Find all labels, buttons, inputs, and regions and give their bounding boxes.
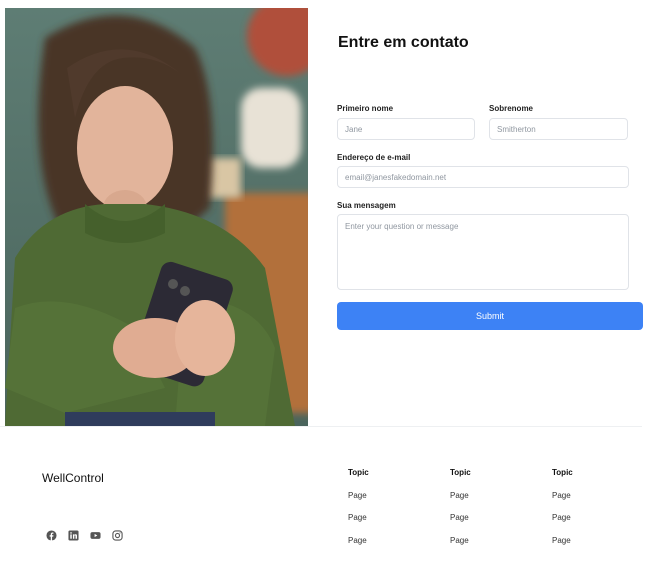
last-name-label: Sobrenome [489, 104, 534, 113]
footer-link[interactable]: Page [348, 513, 369, 523]
message-field-wrapper [337, 214, 629, 290]
footer-link[interactable]: Page [552, 536, 573, 546]
footer-link[interactable]: Page [450, 513, 471, 523]
last-name-field-wrapper [489, 118, 628, 140]
email-label: Endereço de e-mail [337, 153, 411, 162]
footer-column-topic: Topic [348, 468, 369, 477]
hero-photo [5, 8, 308, 426]
footer-column-topic: Topic [450, 468, 471, 477]
message-textarea[interactable] [338, 215, 628, 289]
message-label: Sua mensagem [337, 201, 396, 210]
form-title: Entre em contato [338, 34, 469, 51]
first-name-field-wrapper [337, 118, 475, 140]
first-name-input[interactable] [338, 119, 474, 140]
brand-logo[interactable]: WellControl [42, 471, 104, 485]
youtube-icon[interactable] [90, 530, 101, 541]
footer-column-1: Topic Page Page Page [348, 468, 369, 546]
footer-link[interactable]: Page [348, 491, 369, 501]
footer-link[interactable]: Page [450, 491, 471, 501]
footer-link[interactable]: Page [348, 536, 369, 546]
footer-column-topic: Topic [552, 468, 573, 477]
instagram-icon[interactable] [112, 530, 123, 541]
social-links [46, 530, 123, 541]
first-name-label: Primeiro nome [337, 104, 394, 113]
facebook-icon[interactable] [46, 530, 57, 541]
linkedin-icon[interactable] [68, 530, 79, 541]
footer-link[interactable]: Page [552, 513, 573, 523]
last-name-input[interactable] [490, 119, 627, 140]
footer-link[interactable]: Page [450, 536, 471, 546]
email-input[interactable] [338, 167, 628, 188]
footer-divider [0, 426, 642, 427]
email-field-wrapper [337, 166, 629, 188]
footer-column-2: Topic Page Page Page [450, 468, 471, 546]
footer-column-3: Topic Page Page Page [552, 468, 573, 546]
footer-link[interactable]: Page [552, 491, 573, 501]
submit-button[interactable]: Submit [337, 302, 643, 330]
